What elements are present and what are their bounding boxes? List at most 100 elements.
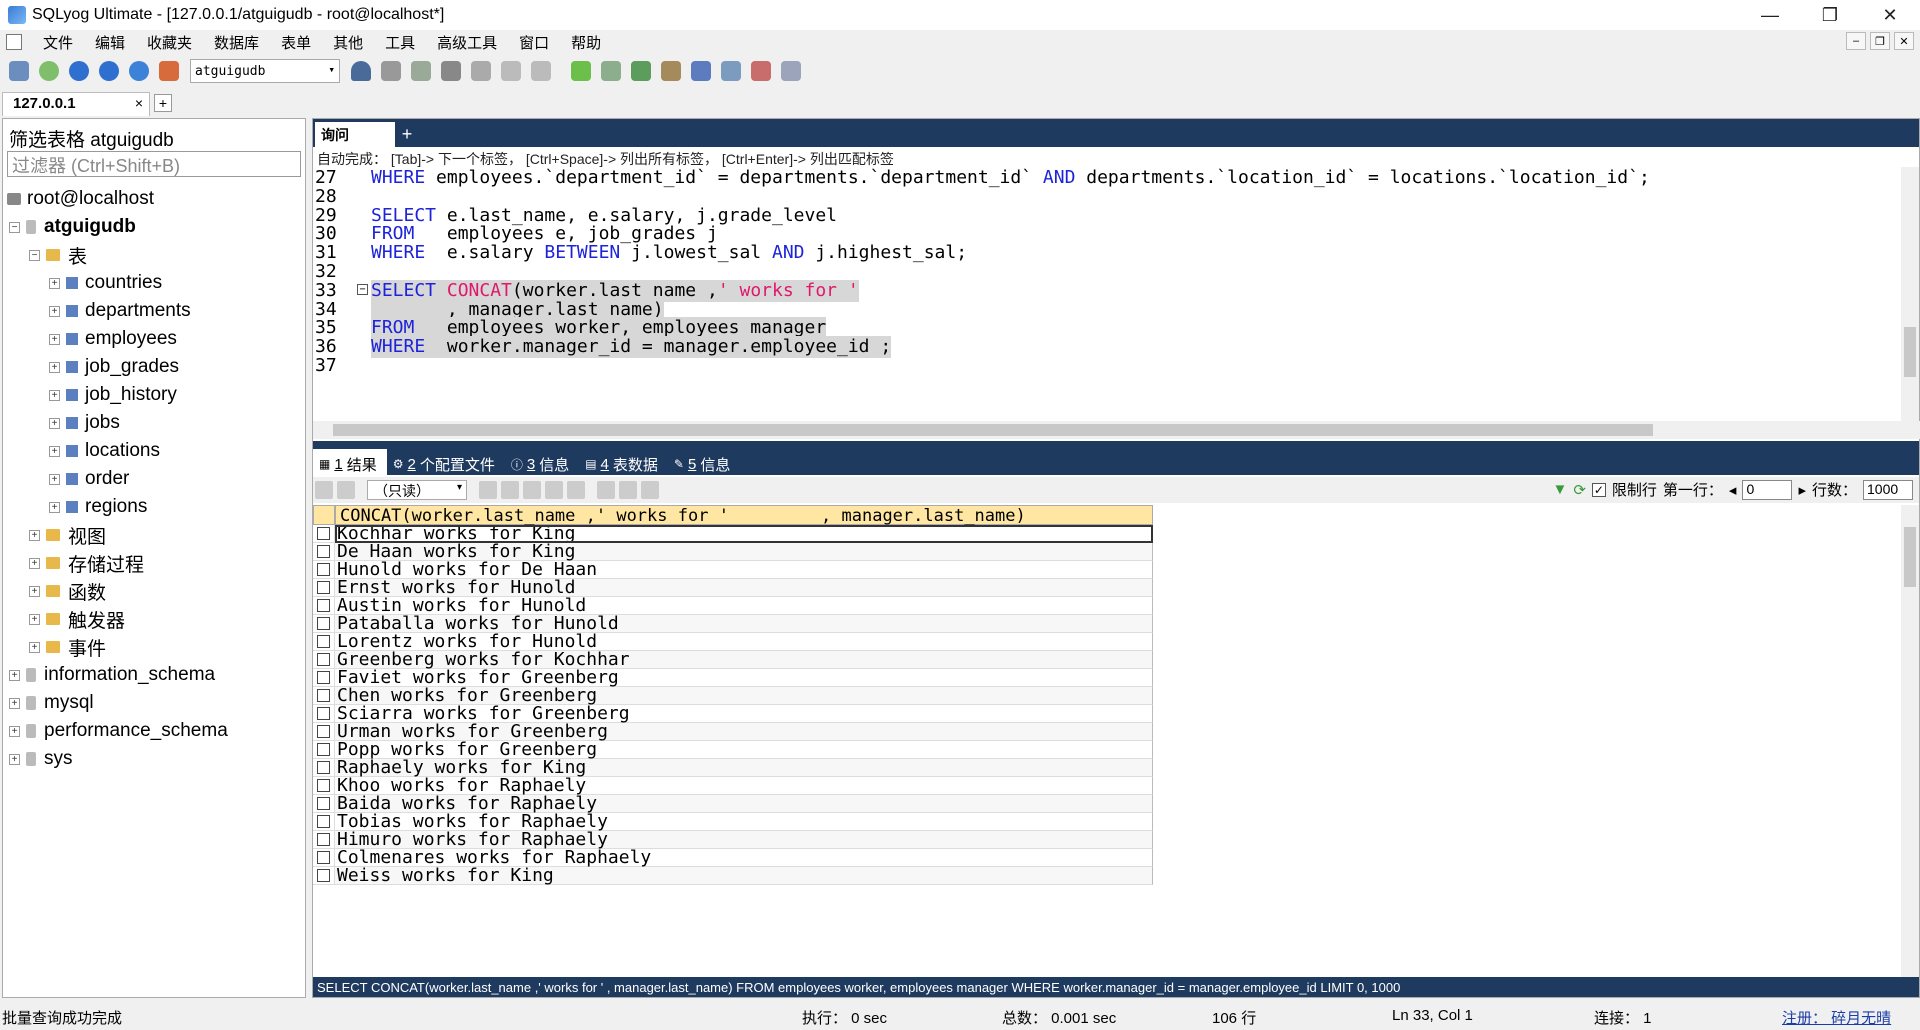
restore-icon[interactable] (408, 58, 434, 84)
row-checkbox[interactable] (313, 705, 335, 723)
tree-node-rootlocalhost[interactable]: root@localhost (7, 185, 154, 213)
tree-node-[interactable]: + 视图 (29, 521, 106, 549)
expand-icon[interactable]: + (49, 333, 60, 345)
execute-all-icon[interactable] (96, 58, 122, 84)
tree-node-[interactable]: + 事件 (29, 633, 106, 661)
menu-file[interactable]: 文件 (32, 32, 84, 53)
expand-icon[interactable]: + (49, 305, 60, 317)
expand-icon[interactable]: + (49, 389, 60, 401)
expand-icon[interactable]: + (49, 361, 60, 373)
expand-icon[interactable]: + (9, 669, 20, 681)
row-checkbox[interactable] (313, 579, 335, 597)
expand-icon[interactable]: + (29, 557, 40, 569)
save-icon[interactable] (523, 481, 541, 499)
stop-query-icon[interactable] (126, 58, 152, 84)
export-icon[interactable] (468, 58, 494, 84)
expand-icon[interactable]: + (29, 613, 40, 625)
select-all-cell[interactable] (313, 505, 335, 525)
tree-node-departments[interactable]: + departments (49, 297, 191, 325)
tree-node-atguigudb[interactable]: − atguigudb (9, 213, 136, 241)
code-line[interactable]: WHERE employees.`department_id` = depart… (371, 167, 1650, 189)
schema-sync-icon[interactable] (598, 58, 624, 84)
menu-tools[interactable]: 工具 (374, 32, 426, 53)
row-checkbox[interactable] (313, 687, 335, 705)
result-tab-3[interactable]: ⓘ 3 信息 (505, 449, 579, 475)
mdi-minimize-button[interactable]: – (1846, 32, 1866, 50)
notification-icon[interactable] (688, 58, 714, 84)
row-checkbox[interactable] (313, 669, 335, 687)
expand-icon[interactable]: + (49, 473, 60, 485)
database-selector[interactable]: atguigudb ▾ (190, 59, 340, 83)
menu-edit[interactable]: 编辑 (84, 32, 136, 53)
grid-view-icon[interactable] (597, 481, 615, 499)
row-checkbox[interactable] (313, 813, 335, 831)
menu-window[interactable]: 窗口 (508, 32, 560, 53)
tree-node-countries[interactable]: + countries (49, 269, 162, 297)
tree-node-[interactable]: + 触发器 (29, 605, 125, 633)
delete-icon[interactable] (545, 481, 563, 499)
tree-node-performance_schema[interactable]: + performance_schema (9, 717, 228, 745)
tree-node-job_history[interactable]: + job_history (49, 381, 177, 409)
tree-node-employees[interactable]: + employees (49, 325, 177, 353)
execute-query-icon[interactable] (66, 58, 92, 84)
report-icon[interactable] (748, 58, 774, 84)
grid-vertical-scrollbar[interactable] (1901, 505, 1919, 977)
insert-row-icon[interactable] (479, 481, 497, 499)
result-tab-4[interactable]: ▤ 4 表数据 (579, 449, 668, 475)
query-builder-icon[interactable] (778, 58, 804, 84)
expand-icon[interactable]: + (29, 641, 40, 653)
row-checkbox[interactable] (313, 561, 335, 579)
row-checkbox[interactable] (313, 597, 335, 615)
tree-node-mysql[interactable]: + mysql (9, 689, 94, 717)
menu-help[interactable]: 帮助 (560, 32, 612, 53)
tree-node-[interactable]: − 表 (29, 241, 87, 269)
refresh-icon[interactable]: ⟳ (1573, 481, 1586, 499)
new-connection-icon[interactable] (6, 58, 32, 84)
tree-node-locations[interactable]: + locations (49, 437, 160, 465)
schema-designer-icon[interactable] (156, 58, 182, 84)
result-tab-1[interactable]: ▦ 1 结果 (313, 449, 387, 475)
expand-icon[interactable]: + (9, 725, 20, 737)
first-row-input[interactable]: 0 (1742, 479, 1793, 500)
row-checkbox[interactable] (313, 867, 335, 885)
row-checkbox[interactable] (313, 831, 335, 849)
code-line[interactable]: WHERE e.salary BETWEEN j.lowest_sal AND … (371, 242, 967, 264)
expand-icon[interactable]: + (49, 445, 60, 457)
menu-table[interactable]: 表单 (270, 32, 322, 53)
row-checkbox[interactable] (313, 741, 335, 759)
collapse-icon[interactable]: − (9, 221, 20, 233)
row-checkbox[interactable] (313, 795, 335, 813)
code-line[interactable]: WHERE worker.manager_id = manager.employ… (371, 336, 892, 359)
filter-input[interactable]: 过滤器 (Ctrl+Shift+B) (7, 151, 301, 177)
result-tab-5[interactable]: ✎ 5 信息 (668, 449, 740, 475)
menu-other[interactable]: 其他 (322, 32, 374, 53)
backup-icon[interactable] (378, 58, 404, 84)
expand-icon[interactable]: + (49, 501, 60, 513)
row-checkbox[interactable] (313, 849, 335, 867)
row-checkbox[interactable] (313, 651, 335, 669)
editor-horizontal-scrollbar[interactable] (313, 421, 1920, 439)
document-icon[interactable] (6, 34, 22, 50)
column-header[interactable]: CONCAT(worker.last_name ,' works for ' ,… (335, 505, 1153, 526)
expand-icon[interactable]: + (9, 753, 20, 765)
limit-checkbox[interactable]: ✓ (1591, 482, 1606, 497)
register-link[interactable]: 注册： 碎月无晴 (1782, 1007, 1891, 1028)
expand-icon[interactable]: + (29, 529, 40, 541)
next-page-icon[interactable]: ▸ (1798, 481, 1806, 499)
tree-node-job_grades[interactable]: + job_grades (49, 353, 179, 381)
tree-node-sys[interactable]: + sys (9, 745, 73, 773)
job-agent-icon[interactable] (658, 58, 684, 84)
expand-icon[interactable]: + (9, 697, 20, 709)
form-view-icon[interactable] (619, 481, 637, 499)
view-mode-icon[interactable] (337, 481, 355, 499)
grid-icon[interactable] (528, 58, 554, 84)
result-tab-2[interactable]: ⚙ 2 个配置文件 (387, 449, 505, 475)
expand-icon[interactable]: + (29, 585, 40, 597)
menu-favorites[interactable]: 收藏夹 (136, 32, 203, 53)
rows-input[interactable]: 1000 (1863, 479, 1913, 500)
table-icon[interactable] (498, 58, 524, 84)
menu-database[interactable]: 数据库 (203, 32, 270, 53)
new-connection-tab-button[interactable]: + (154, 94, 172, 112)
text-view-icon[interactable] (641, 481, 659, 499)
expand-icon[interactable]: + (49, 277, 60, 289)
